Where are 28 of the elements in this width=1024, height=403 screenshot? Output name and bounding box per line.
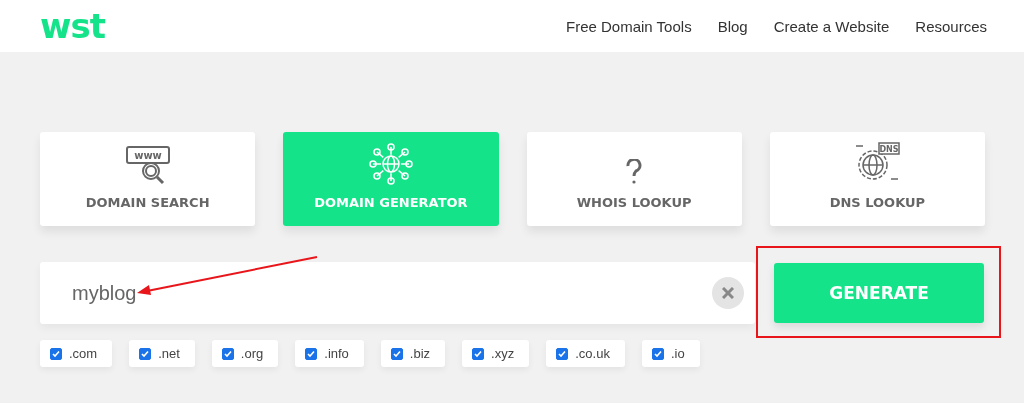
extension-checkbox[interactable]: .org [211,340,279,367]
network-globe-icon [368,143,413,185]
nav-link[interactable]: Blog [717,17,748,35]
checkbox[interactable] [472,347,485,360]
extension-checkbox[interactable]: .com [40,340,113,367]
nav-link[interactable]: Create a Website [773,17,890,35]
clear-button[interactable] [712,277,744,309]
checkbox[interactable] [556,347,569,360]
checkbox[interactable] [139,347,152,360]
checkbox[interactable] [390,347,403,360]
close-icon [722,287,734,299]
extension-checkbox[interactable]: .biz [380,340,446,367]
extension-checkbox[interactable]: .info [295,340,364,367]
extension-checkbox[interactable]: .net [129,340,195,367]
tool-tab[interactable]: WHOIS LOOKUP [526,132,742,226]
checkbox[interactable] [50,347,62,360]
nav-link[interactable]: Free Domain Tools [566,17,692,35]
checkbox[interactable] [305,347,318,360]
checkbox[interactable] [651,347,664,360]
checkbox[interactable] [221,347,234,360]
extension-checkbox[interactable]: .co.uk [546,340,625,367]
extension-checkbox[interactable]: .xyz [462,340,530,367]
extension-checkbox[interactable]: .io [641,340,700,367]
question-mark-icon [626,159,643,185]
tool-tab[interactable]: www DOMAIN SEARCH [40,132,256,226]
nav-link[interactable]: Resources [915,17,987,35]
domain-input-field[interactable]: myblog [70,280,470,306]
tool-tab[interactable]: DNS DNS LOOKUP [769,132,985,226]
